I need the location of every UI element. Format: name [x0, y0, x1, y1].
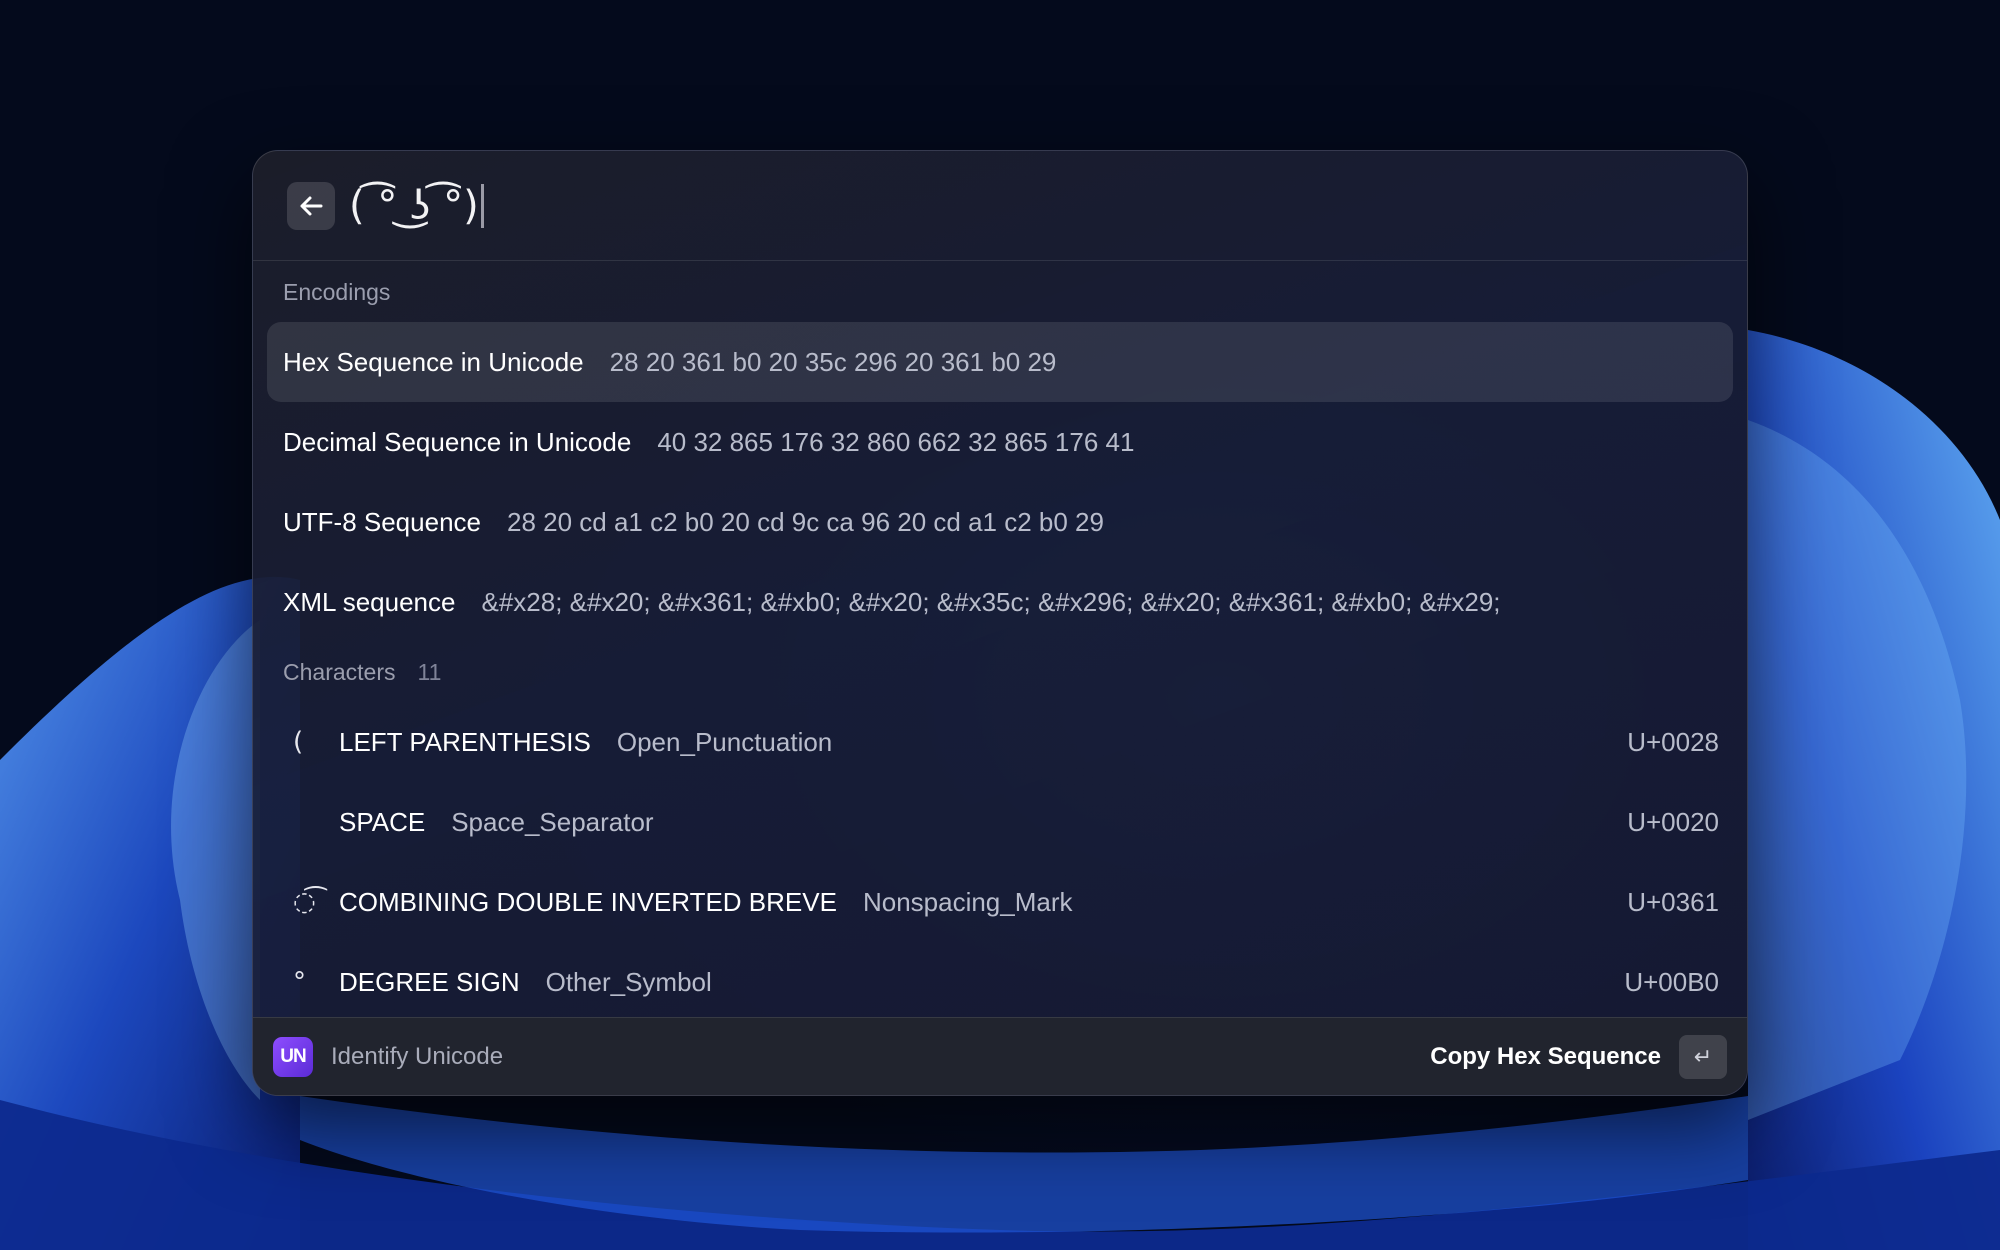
character-codepoint: U+0028	[1627, 726, 1719, 757]
encoding-row-hex[interactable]: Hex Sequence in Unicode 28 20 361 b0 20 …	[267, 322, 1733, 402]
character-name: SPACE	[339, 806, 426, 837]
identify-unicode-extension-icon: UN	[273, 1036, 313, 1077]
encoding-row-xml[interactable]: XML sequence &#x28; &#x20; &#x361; &#xb0…	[267, 562, 1733, 642]
character-category: Nonspacing_Mark	[862, 886, 1073, 917]
character-codepoint: U+00B0	[1624, 966, 1719, 997]
back-button[interactable]	[287, 181, 335, 230]
character-glyph: ◌͡	[293, 887, 316, 917]
character-name: COMBINING DOUBLE INVERTED BREVE	[339, 886, 837, 917]
character-row[interactable]: ◌͡ COMBINING DOUBLE INVERTED BREVE Nonsp…	[267, 862, 1733, 942]
character-count: 11	[417, 658, 442, 685]
encoding-value: 40 32 865 176 32 860 662 32 865 176 41	[657, 426, 1135, 457]
section-title: Characters	[283, 658, 396, 685]
character-name: LEFT PARENTHESIS	[339, 726, 591, 757]
search-bar: ( ͡° ͜ʖ ͡°)	[253, 151, 1747, 261]
arrow-left-icon	[300, 196, 323, 215]
search-query: ( ͡° ͜ʖ ͡°)	[349, 182, 479, 229]
enter-key-glyph: ↵	[1693, 1043, 1713, 1069]
text-caret	[480, 183, 484, 228]
character-name: DEGREE SIGN	[339, 966, 520, 997]
encoding-label: UTF-8 Sequence	[283, 506, 481, 537]
character-category: Open_Punctuation	[616, 726, 833, 757]
extension-icon-text: UN	[280, 1045, 306, 1067]
encoding-row-utf8[interactable]: UTF-8 Sequence 28 20 cd a1 c2 b0 20 cd 9…	[267, 482, 1733, 562]
character-row[interactable]: SPACE Space_Separator U+0020	[267, 782, 1733, 862]
launcher-window: ( ͡° ͜ʖ ͡°) Encodings Hex Sequence in Un…	[252, 150, 1748, 1096]
return-key-icon[interactable]: ↵	[1679, 1034, 1727, 1079]
encoding-label: XML sequence	[283, 586, 456, 617]
section-header-characters: Characters 11	[253, 642, 1747, 702]
character-codepoint: U+0020	[1627, 806, 1719, 837]
encoding-label: Hex Sequence in Unicode	[283, 346, 584, 377]
action-bar: UN Identify Unicode Copy Hex Sequence ↵	[253, 1017, 1747, 1095]
results-list: Encodings Hex Sequence in Unicode 28 20 …	[253, 262, 1747, 1017]
search-input[interactable]: ( ͡° ͜ʖ ͡°)	[349, 183, 484, 229]
encoding-value: 28 20 361 b0 20 35c 296 20 361 b0 29	[609, 346, 1057, 377]
section-title: Encodings	[283, 278, 391, 305]
section-header-encodings: Encodings	[253, 262, 1747, 322]
primary-action-button[interactable]: Copy Hex Sequence	[1430, 1043, 1661, 1071]
encoding-label: Decimal Sequence in Unicode	[283, 426, 632, 457]
encoding-value: 28 20 cd a1 c2 b0 20 cd 9c ca 96 20 cd a…	[506, 506, 1104, 537]
extension-name: Identify Unicode	[331, 1042, 504, 1070]
character-glyph: °	[293, 967, 306, 997]
encoding-row-decimal[interactable]: Decimal Sequence in Unicode 40 32 865 17…	[267, 402, 1733, 482]
character-category: Space_Separator	[451, 806, 654, 837]
character-row[interactable]: ( LEFT PARENTHESIS Open_Punctuation U+00…	[267, 702, 1733, 782]
encoding-value: &#x28; &#x20; &#x361; &#xb0; &#x20; &#x3…	[481, 586, 1501, 617]
character-glyph: (	[293, 727, 304, 757]
character-category: Other_Symbol	[545, 966, 712, 997]
character-row[interactable]: ° DEGREE SIGN Other_Symbol U+00B0	[267, 942, 1733, 1017]
character-codepoint: U+0361	[1627, 886, 1719, 917]
